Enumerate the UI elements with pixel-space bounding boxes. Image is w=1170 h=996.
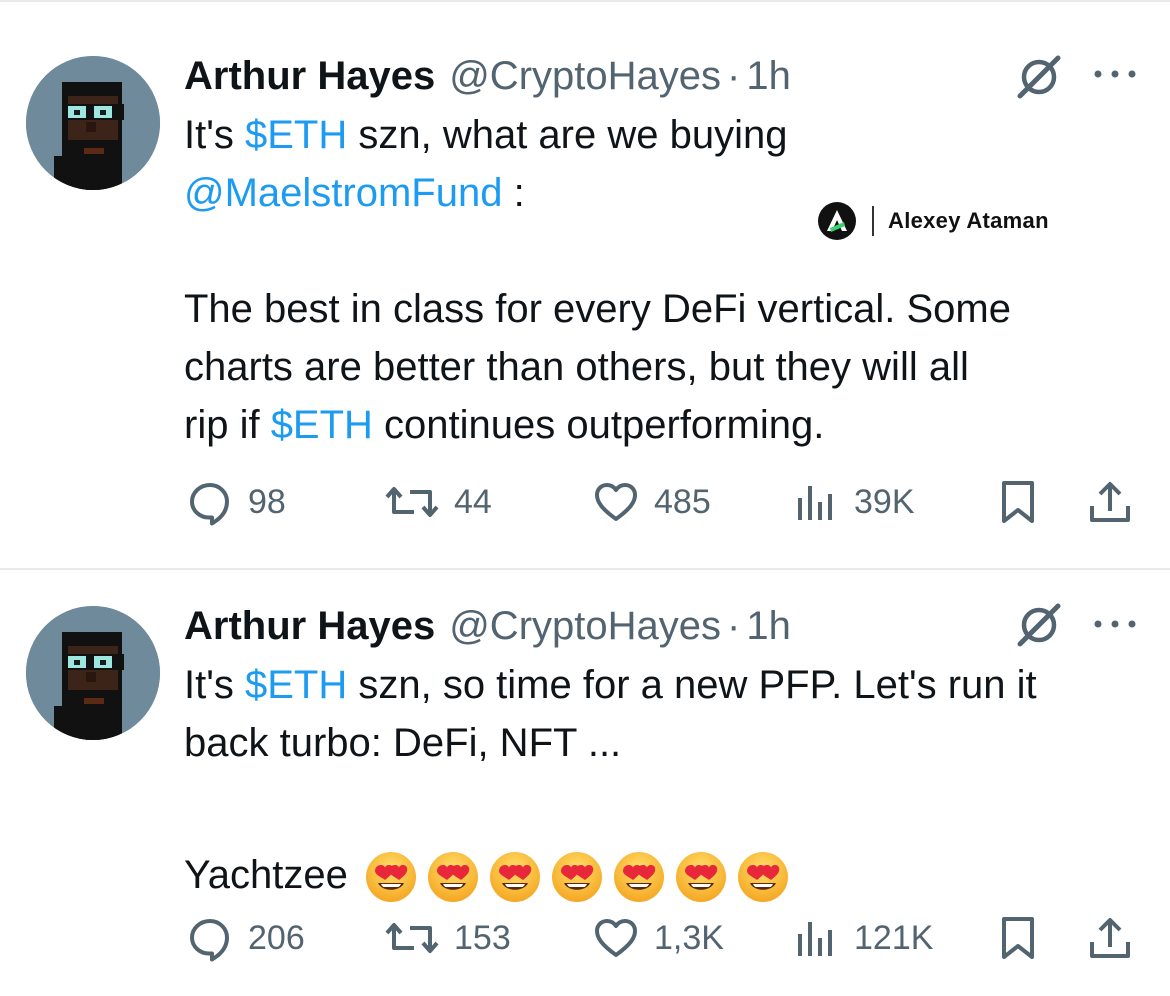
- text-segment: :: [502, 171, 525, 215]
- bookmark-button[interactable]: [994, 908, 1042, 968]
- separator-dot: ·: [727, 54, 741, 98]
- author-name[interactable]: Arthur Hayes: [184, 602, 435, 650]
- like-count: 1,3K: [654, 918, 724, 957]
- tweet-header: Arthur Hayes @CryptoHayes · 1h: [184, 602, 791, 650]
- mention-link[interactable]: @MaelstromFund: [184, 171, 502, 215]
- heart-eyes-emoji-icon: [551, 852, 602, 903]
- tweet-text: It's $ETH szn, what are we buying @Maels…: [184, 106, 1144, 454]
- heart-eyes-emoji-icon: [737, 852, 788, 903]
- tweet[interactable]: Arthur Hayes @CryptoHayes · 1h It's $ETH…: [0, 570, 1170, 996]
- watermark-separator: [872, 206, 874, 236]
- views-button[interactable]: 121K: [792, 908, 933, 968]
- share-icon: [1090, 482, 1130, 522]
- emoji-row: [348, 852, 790, 903]
- cashtag-link[interactable]: $ETH: [245, 113, 347, 157]
- author-handle[interactable]: @CryptoHayes: [449, 52, 721, 100]
- heart-eyes-emoji-icon: [365, 852, 416, 903]
- like-icon: [595, 919, 637, 957]
- tweet-actions: 98 44 485 39K: [0, 472, 1170, 532]
- cashtag-link[interactable]: $ETH: [271, 403, 373, 447]
- like-icon: [595, 483, 637, 521]
- pixel-avatar-icon: [26, 606, 160, 740]
- reply-button[interactable]: 98: [186, 472, 286, 532]
- text-segment: It's: [184, 113, 245, 157]
- repost-button[interactable]: 44: [384, 472, 492, 532]
- text-line: The best in class for every DeFi vertica…: [184, 287, 1011, 331]
- text-segment: szn, what are we buying: [347, 113, 788, 157]
- bookmark-icon: [1002, 917, 1034, 959]
- heart-eyes-emoji-icon: [675, 852, 726, 903]
- cashtag-link[interactable]: $ETH: [245, 663, 347, 707]
- like-button[interactable]: 1,3K: [592, 908, 724, 968]
- repost-button[interactable]: 153: [384, 908, 511, 968]
- share-icon: [1090, 918, 1130, 958]
- text-segment: It's: [184, 663, 245, 707]
- text-line: charts are better than others, but they …: [184, 345, 969, 389]
- share-button[interactable]: [1086, 908, 1134, 968]
- text-segment: rip if: [184, 403, 271, 447]
- tweet-text: It's $ETH szn, so time for a new PFP. Le…: [184, 656, 1144, 910]
- repost-count: 44: [454, 482, 492, 521]
- watermark-logo-icon: [818, 202, 856, 240]
- view-count: 39K: [854, 482, 915, 521]
- repost-icon: [385, 923, 439, 953]
- heart-eyes-emoji-icon: [489, 852, 540, 903]
- like-count: 485: [654, 482, 711, 521]
- avatar[interactable]: [26, 56, 160, 190]
- tweet-header: Arthur Hayes @CryptoHayes · 1h: [184, 52, 791, 100]
- view-count: 121K: [854, 918, 934, 957]
- share-button[interactable]: [1086, 472, 1134, 532]
- reply-icon: [190, 919, 229, 962]
- text-segment: szn, so time for a new PFP. Let's run it: [347, 663, 1037, 707]
- separator-dot: ·: [727, 604, 741, 648]
- avatar[interactable]: [26, 606, 160, 740]
- timestamp[interactable]: 1h: [746, 52, 791, 100]
- text-segment: continues outperforming.: [372, 403, 825, 447]
- repost-count: 153: [454, 918, 511, 957]
- reply-icon: [190, 483, 229, 526]
- more-icon[interactable]: [1090, 64, 1140, 84]
- views-button[interactable]: 39K: [792, 472, 915, 532]
- text-segment: Yachtzee: [184, 853, 348, 897]
- reply-button[interactable]: 206: [186, 908, 305, 968]
- reply-count: 98: [248, 482, 286, 521]
- heart-eyes-emoji-icon: [427, 852, 478, 903]
- repost-icon: [385, 487, 439, 517]
- like-button[interactable]: 485: [592, 472, 711, 532]
- grok-icon[interactable]: [1014, 600, 1064, 650]
- bookmark-button[interactable]: [994, 472, 1042, 532]
- timestamp[interactable]: 1h: [746, 602, 791, 650]
- grok-icon[interactable]: [1014, 52, 1064, 102]
- tweet-actions: 206 153 1,3K 121K: [0, 908, 1170, 968]
- watermark-text: Alexey Ataman: [888, 208, 1049, 233]
- bookmark-icon: [1002, 481, 1034, 523]
- views-icon: [798, 922, 832, 956]
- more-icon[interactable]: [1090, 614, 1140, 634]
- text-line: back turbo: DeFi, NFT ...: [184, 721, 622, 765]
- views-icon: [798, 486, 832, 520]
- reply-count: 206: [248, 918, 305, 957]
- author-handle[interactable]: @CryptoHayes: [449, 602, 721, 650]
- embedded-watermark-logo: Alexey Ataman: [818, 202, 1049, 240]
- author-name[interactable]: Arthur Hayes: [184, 52, 435, 100]
- heart-eyes-emoji-icon: [613, 852, 664, 903]
- pixel-avatar-icon: [26, 56, 160, 190]
- tweet[interactable]: Arthur Hayes @CryptoHayes · 1h It's $ETH…: [0, 0, 1170, 568]
